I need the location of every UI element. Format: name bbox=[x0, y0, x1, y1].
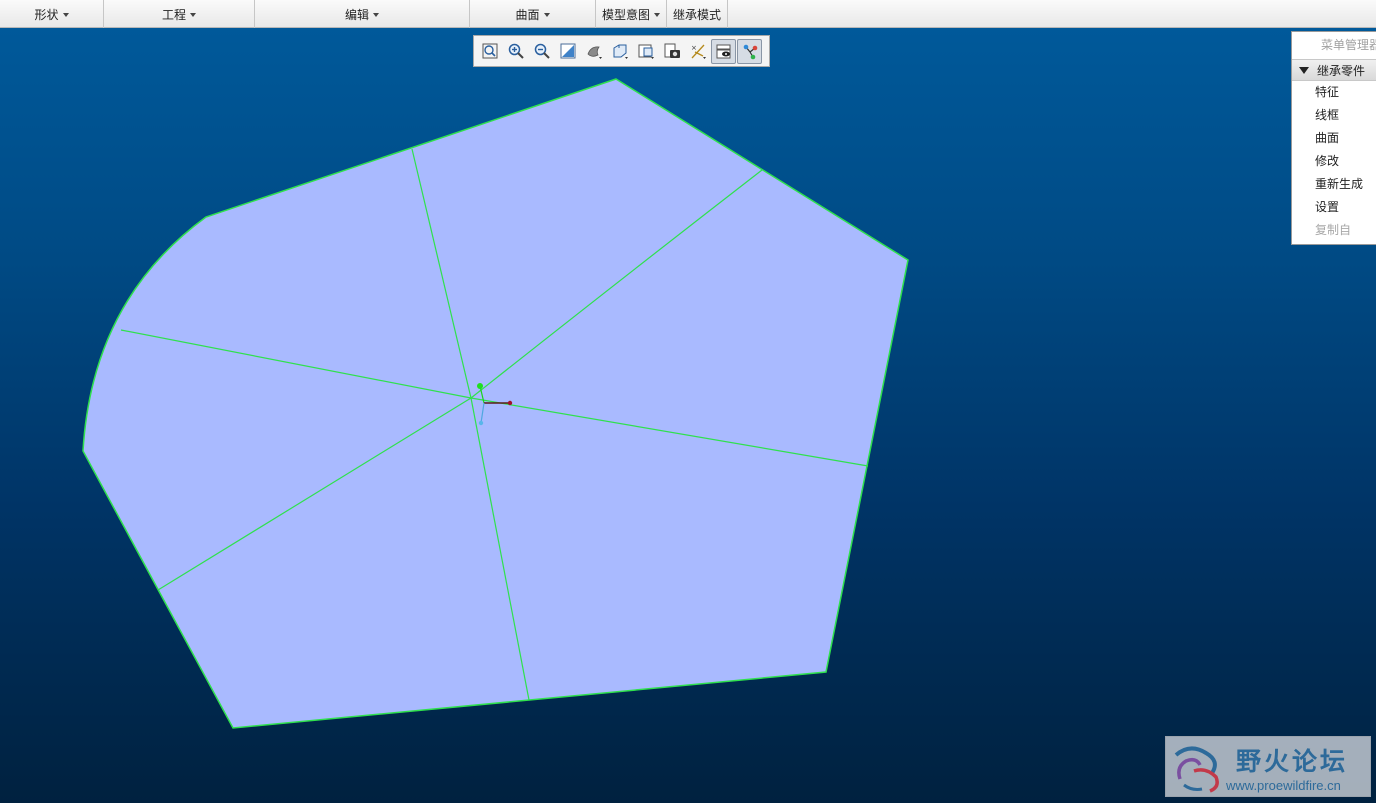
menu-edit[interactable]: 编辑 bbox=[255, 0, 470, 28]
chevron-down-icon bbox=[543, 12, 550, 17]
menu-manager-panel: 菜单管理器 继承零件 特征 线框 曲面 修改 重新生成 设置 复制自 bbox=[1291, 31, 1376, 245]
watermark-url: www.proewildfire.cn bbox=[1226, 778, 1341, 793]
watermark-name: 野火论坛 bbox=[1236, 747, 1349, 776]
menu-inheritance-mode-label: 继承模式 bbox=[672, 7, 721, 22]
forum-logo-icon bbox=[1174, 746, 1219, 793]
display-style-icon bbox=[587, 46, 602, 59]
menu-item-regenerate[interactable]: 重新生成 bbox=[1292, 173, 1376, 196]
menu-edit-label: 编辑 bbox=[344, 7, 369, 22]
menu-model-intent-label: 模型意图 bbox=[601, 7, 650, 22]
menu-item-modify[interactable]: 修改 bbox=[1292, 150, 1376, 173]
annotation-display-button[interactable] bbox=[737, 38, 762, 64]
model-canvas[interactable] bbox=[0, 28, 1376, 803]
menu-item-copy-from: 复制自 bbox=[1315, 223, 1352, 237]
chevron-down-icon bbox=[373, 12, 379, 17]
menu-surface[interactable]: 曲面 bbox=[470, 0, 596, 28]
saved-orientations-icon bbox=[613, 44, 628, 59]
show-hide-button[interactable] bbox=[711, 38, 736, 64]
display-style-button[interactable] bbox=[581, 39, 606, 64]
datum-display-button[interactable]: × bbox=[685, 39, 710, 64]
svg-text:×: × bbox=[691, 44, 697, 52]
menu-model-intent[interactable]: 模型意图 bbox=[596, 0, 667, 28]
show-hide-icon bbox=[716, 44, 730, 59]
view-capture-button[interactable] bbox=[659, 39, 684, 64]
menu-shape-label: 形状 bbox=[34, 7, 59, 22]
repaint-button[interactable] bbox=[555, 39, 580, 64]
saved-orientations-button[interactable] bbox=[607, 39, 632, 64]
menu-manager-section-inherited-part[interactable]: 继承零件 bbox=[1292, 59, 1376, 81]
graphics-viewport[interactable] bbox=[0, 28, 1376, 803]
refit-button[interactable] bbox=[477, 39, 502, 64]
chevron-down-icon bbox=[654, 12, 660, 17]
zoom-in-icon bbox=[508, 43, 524, 59]
menu-item-wireframe[interactable]: 线框 bbox=[1292, 104, 1376, 127]
menu-surface-label: 曲面 bbox=[515, 7, 540, 22]
repaint-icon bbox=[560, 43, 575, 59]
menu-engineering-label: 工程 bbox=[161, 7, 186, 22]
chevron-down-icon bbox=[190, 12, 196, 17]
refit-icon bbox=[482, 43, 497, 59]
datum-display-icon: × bbox=[691, 44, 706, 59]
menu-item-setup[interactable]: 设置 bbox=[1292, 196, 1376, 219]
menu-manager-title: 菜单管理器 bbox=[1321, 38, 1376, 52]
zoom-out-icon bbox=[534, 43, 550, 59]
view-manager-icon bbox=[638, 44, 654, 59]
section-label: 继承零件 bbox=[1317, 63, 1366, 78]
menu-item-surface[interactable]: 曲面 bbox=[1292, 127, 1376, 150]
menu-inheritance-mode[interactable]: 继承模式 bbox=[667, 0, 728, 28]
chevron-down-icon bbox=[62, 12, 69, 17]
menu-bar: 形状 工程 编辑 曲面 模型意图 继承模式 bbox=[0, 0, 1376, 28]
view-manager-button[interactable] bbox=[633, 39, 658, 64]
watermark: 野火论坛 www.proewildfire.cn bbox=[1165, 736, 1371, 797]
view-capture-icon bbox=[664, 43, 680, 58]
menu-item-feature[interactable]: 特征 bbox=[1292, 81, 1376, 104]
zoom-out-button[interactable] bbox=[529, 39, 554, 64]
annotation-display-icon bbox=[743, 44, 757, 60]
graphics-toolbar: × bbox=[473, 35, 770, 67]
zoom-in-button[interactable] bbox=[503, 39, 528, 64]
menu-shape[interactable]: 形状 bbox=[0, 0, 104, 28]
triangle-down-icon bbox=[1299, 66, 1309, 74]
menu-engineering[interactable]: 工程 bbox=[104, 0, 255, 28]
